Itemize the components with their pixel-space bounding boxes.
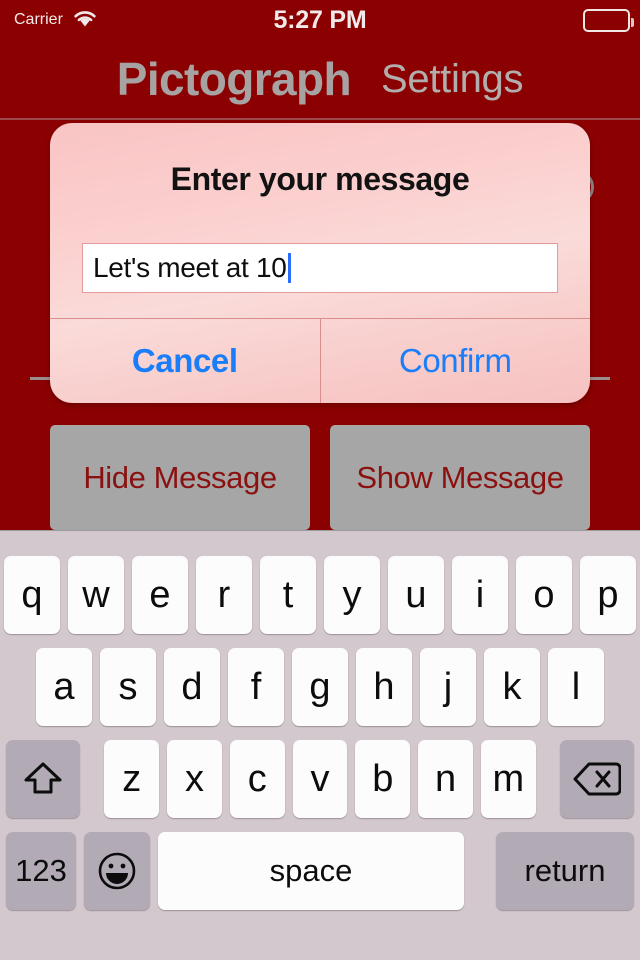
keyboard-row-1: qwertyuiop <box>0 553 640 637</box>
key-n[interactable]: n <box>418 740 473 818</box>
on-screen-keyboard: qwertyuiop asdfghjkl zxcvbnm 123 space r… <box>0 530 640 960</box>
key-b[interactable]: b <box>355 740 411 818</box>
key-v[interactable]: v <box>292 740 348 818</box>
key-q[interactable]: q <box>4 556 60 634</box>
status-bar-time: 5:27 PM <box>273 5 367 34</box>
alert-dialog: Enter your message Let's meet at 10 Canc… <box>50 123 590 403</box>
emoji-icon[interactable] <box>84 832 150 910</box>
show-message-button[interactable]: Show Message <box>330 425 590 530</box>
key-p[interactable]: p <box>580 556 636 634</box>
key-g[interactable]: g <box>292 648 348 726</box>
confirm-button[interactable]: Confirm <box>321 319 591 403</box>
battery-icon <box>583 8 634 32</box>
key-i[interactable]: i <box>452 556 508 634</box>
hide-message-button[interactable]: Hide Message <box>50 425 310 530</box>
numbers-key[interactable]: 123 <box>6 832 76 910</box>
status-bar-right <box>583 0 634 40</box>
key-r[interactable]: r <box>196 556 252 634</box>
keyboard-row-4: 123 space return <box>0 829 640 913</box>
key-w[interactable]: w <box>68 556 124 634</box>
page-title: Pictograph <box>116 53 352 105</box>
key-m[interactable]: m <box>480 740 536 818</box>
shift-icon[interactable] <box>6 740 81 818</box>
key-a[interactable]: a <box>36 648 92 726</box>
settings-button[interactable]: Settings <box>381 57 523 102</box>
alert-title: Enter your message <box>170 161 470 197</box>
alert-input-wrapper: Let's meet at 10 <box>82 243 558 293</box>
key-c[interactable]: c <box>229 740 285 818</box>
key-u[interactable]: u <box>388 556 444 634</box>
return-key[interactable]: return <box>496 832 634 910</box>
key-z[interactable]: z <box>104 740 160 818</box>
message-input[interactable]: Let's meet at 10 <box>82 243 558 293</box>
key-f[interactable]: f <box>228 648 284 726</box>
keyboard-row-3: zxcvbnm <box>0 737 640 821</box>
key-k[interactable]: k <box>484 648 540 726</box>
space-key[interactable]: space <box>158 832 464 910</box>
key-x[interactable]: x <box>167 740 222 818</box>
key-e[interactable]: e <box>132 556 188 634</box>
key-j[interactable]: j <box>420 648 476 726</box>
key-s[interactable]: s <box>100 648 156 726</box>
key-l[interactable]: l <box>548 648 604 726</box>
cancel-button[interactable]: Cancel <box>50 319 321 403</box>
message-input-value: Let's meet at 10 <box>93 252 287 283</box>
nav-bar: Pictograph Settings <box>0 40 640 120</box>
key-d[interactable]: d <box>164 648 220 726</box>
key-o[interactable]: o <box>516 556 572 634</box>
backspace-icon[interactable] <box>559 740 635 818</box>
keyboard-row-2: asdfghjkl <box>0 645 640 729</box>
key-h[interactable]: h <box>356 648 412 726</box>
app-screen: Carrier 5:27 PM Pictograph Settings Hide… <box>0 0 640 960</box>
key-t[interactable]: t <box>260 556 316 634</box>
status-bar: Carrier 5:27 PM <box>0 0 640 40</box>
text-caret <box>287 253 291 283</box>
alert-button-row: Cancel Confirm <box>50 318 590 403</box>
key-y[interactable]: y <box>324 556 380 634</box>
